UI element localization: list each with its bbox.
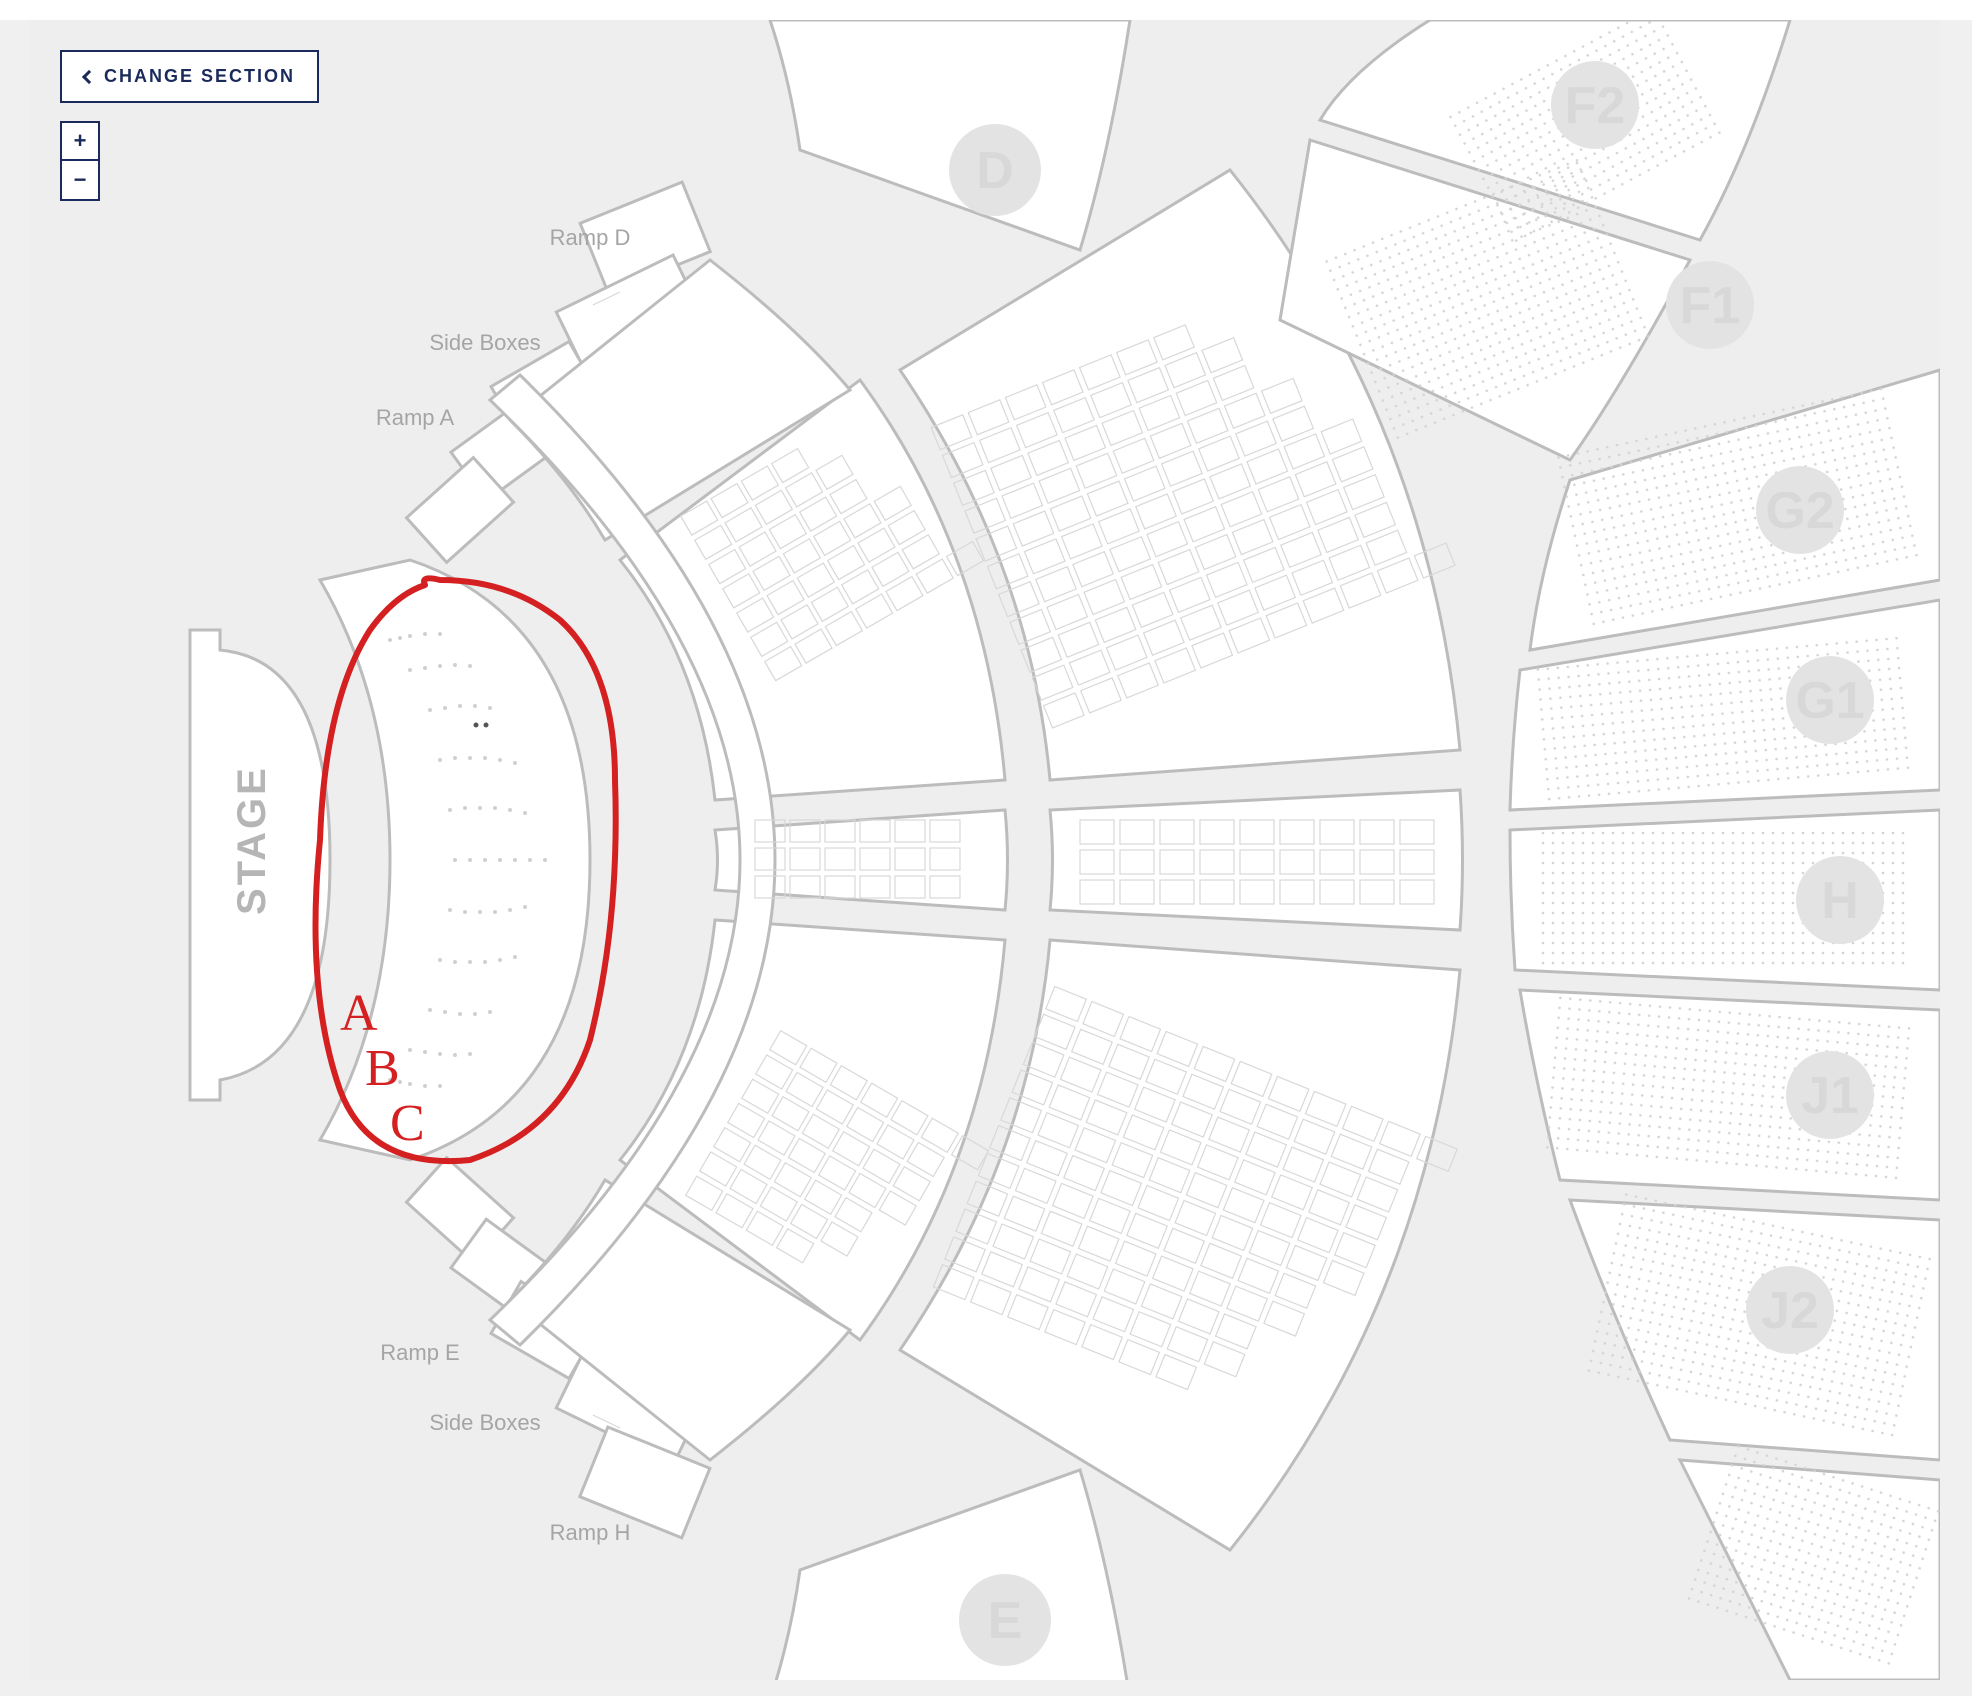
seating-map-svg[interactable]: STAGE Ramp D Side Boxes bbox=[30, 20, 1940, 1680]
section-g2-label: G2 bbox=[1765, 482, 1834, 540]
zoom-controls: + − bbox=[60, 121, 100, 201]
side-boxes-top-label: Side Boxes bbox=[429, 330, 540, 355]
map-controls: CHANGE SECTION + − bbox=[60, 50, 319, 201]
ramp-d-label: Ramp D bbox=[550, 225, 631, 250]
section-g1-label: G1 bbox=[1795, 672, 1864, 730]
section-j1-label: J1 bbox=[1801, 1067, 1859, 1125]
section-e bbox=[770, 1470, 1130, 1680]
change-section-label: CHANGE SECTION bbox=[104, 66, 295, 87]
section-e-label: E bbox=[988, 1592, 1023, 1650]
section-j2-label: J2 bbox=[1761, 1282, 1819, 1340]
section-f1-label: F1 bbox=[1680, 277, 1741, 335]
side-boxes-bottom-label: Side Boxes bbox=[429, 1410, 540, 1435]
ramp-a-label: Ramp A bbox=[376, 405, 455, 430]
zoom-out-button[interactable]: − bbox=[60, 161, 100, 201]
ramp-e-label: Ramp E bbox=[380, 1340, 459, 1365]
chevron-left-icon bbox=[82, 69, 96, 83]
annotation-letter-a: A bbox=[340, 985, 378, 1042]
top-white-strip bbox=[0, 0, 1972, 20]
seating-map-container[interactable]: CHANGE SECTION + − STAGE bbox=[30, 20, 1940, 1680]
section-h-label: H bbox=[1821, 872, 1859, 930]
annotation-letter-c: C bbox=[390, 1095, 425, 1152]
section-f2-label: F2 bbox=[1565, 77, 1626, 135]
section-d bbox=[770, 20, 1130, 250]
ramp-h-label: Ramp H bbox=[550, 1520, 631, 1545]
section-d-label: D bbox=[976, 142, 1014, 200]
annotation-letter-b: B bbox=[365, 1040, 400, 1097]
stage-label: STAGE bbox=[230, 765, 274, 915]
change-section-button[interactable]: CHANGE SECTION bbox=[60, 50, 319, 103]
zoom-in-button[interactable]: + bbox=[60, 121, 100, 161]
